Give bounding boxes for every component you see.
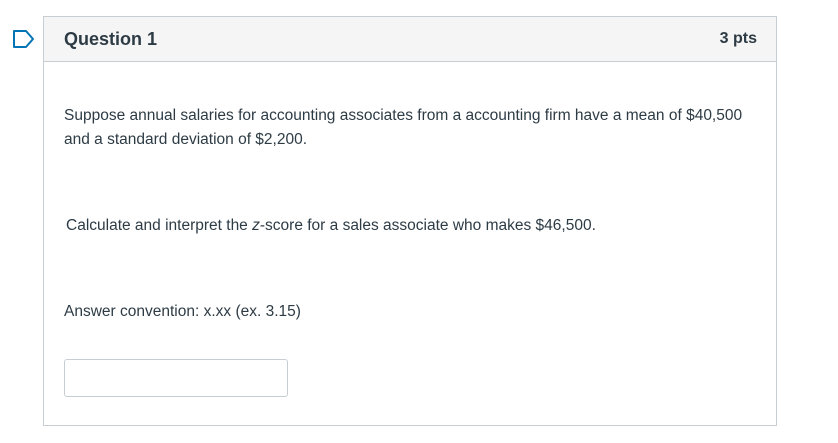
question-points: 3 pts (719, 30, 757, 47)
flag-icon (13, 30, 34, 48)
answer-convention-text: Answer convention: x.xx (ex. 3.15) (64, 303, 301, 320)
question-card: Question 1 3 pts Suppose annual salaries… (43, 16, 777, 426)
prompt-text-variable: z (252, 217, 260, 234)
prompt-text-start: Calculate and interpret the (66, 217, 253, 234)
question-title: Question 1 (64, 28, 158, 49)
flag-question-icon[interactable] (12, 29, 36, 49)
answer-input[interactable] (64, 359, 288, 397)
question-header: Question 1 3 pts (44, 17, 776, 62)
prompt-text-end: -score for a sales associate who makes $… (259, 217, 596, 234)
question-text-statement: Suppose annual salaries for accounting a… (64, 107, 743, 148)
question-text-prompt: Calculate and interpret the z-score for … (66, 214, 596, 238)
